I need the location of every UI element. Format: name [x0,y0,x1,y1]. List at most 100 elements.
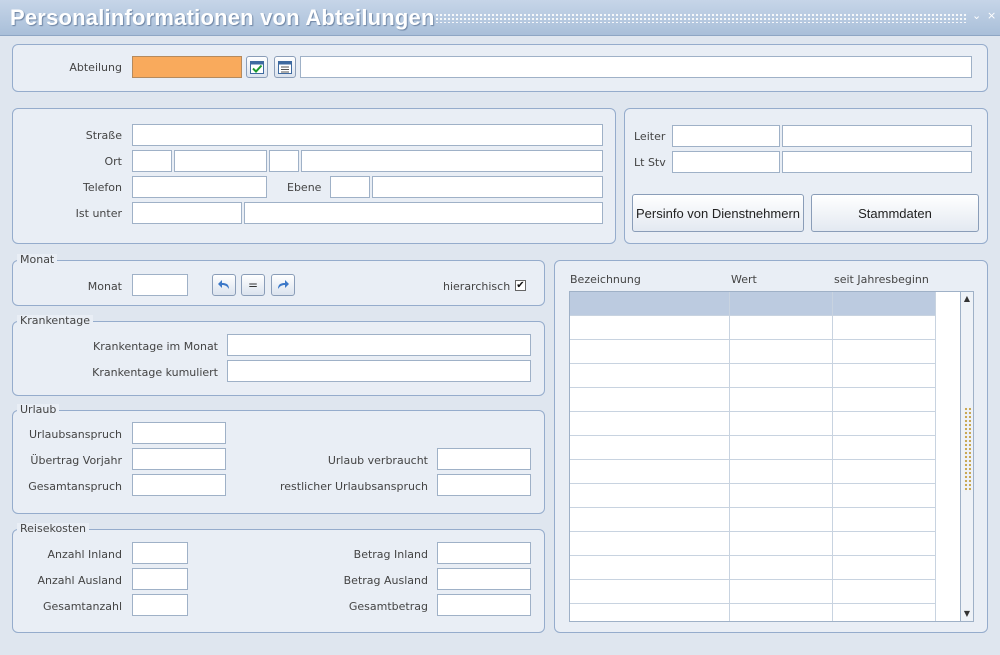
next-month-button[interactable] [271,274,295,296]
table-row[interactable] [570,340,936,364]
table-cell[interactable] [570,316,730,339]
scroll-down-icon[interactable]: ▼ [962,608,972,620]
leiter-input-1[interactable] [672,125,780,147]
betrag-inland-input[interactable] [437,542,531,564]
table-cell[interactable] [570,532,730,555]
column-header-seit-jahresbeginn[interactable]: seit Jahresbeginn [834,273,929,287]
previous-month-button[interactable] [212,274,236,296]
ort-input-1[interactable] [132,150,172,172]
table-cell[interactable] [570,340,730,363]
anzahl-inland-input[interactable] [132,542,188,564]
table-cell[interactable] [570,412,730,435]
table-row[interactable] [570,364,936,388]
abteilung-name-input[interactable] [300,56,972,78]
table-row[interactable] [570,484,936,508]
uebertrag-vorjahr-input[interactable] [132,448,226,470]
persinfo-button[interactable]: Persinfo von Dienstnehmern [632,194,804,232]
table-cell[interactable] [570,388,730,411]
ist-unter-input-1[interactable] [132,202,242,224]
table-cell[interactable] [570,580,730,603]
table-cell[interactable] [833,532,936,555]
ist-unter-input-2[interactable] [244,202,603,224]
table-cell[interactable] [833,508,936,531]
table-cell[interactable] [570,604,730,621]
current-month-button[interactable]: = [241,274,265,296]
stammdaten-button[interactable]: Stammdaten [811,194,979,232]
table-row[interactable] [570,508,936,532]
krankentage-kumuliert-input[interactable] [227,360,531,382]
anzahl-ausland-input[interactable] [132,568,188,590]
table-cell[interactable] [833,556,936,579]
table-cell[interactable] [833,340,936,363]
betrag-ausland-input[interactable] [437,568,531,590]
table-cell[interactable] [730,508,833,531]
table-cell[interactable] [570,292,730,315]
table-cell[interactable] [833,388,936,411]
table-row[interactable] [570,460,936,484]
table-row[interactable] [570,436,936,460]
restlicher-urlaubsanspruch-input[interactable] [437,474,531,496]
table-cell[interactable] [730,604,833,621]
abteilung-code-input[interactable] [132,56,242,78]
ltstv-input-1[interactable] [672,151,780,173]
table-row[interactable] [570,292,936,316]
strasse-input[interactable] [132,124,603,146]
table-cell[interactable] [833,436,936,459]
table-cell[interactable] [730,532,833,555]
minimize-icon[interactable]: ⌄ [972,9,981,23]
table-cell[interactable] [730,340,833,363]
gesamtanspruch-input[interactable] [132,474,226,496]
table-cell[interactable] [730,412,833,435]
accept-button[interactable] [246,56,268,78]
table-cell[interactable] [730,316,833,339]
leiter-input-2[interactable] [782,125,972,147]
ltstv-input-2[interactable] [782,151,972,173]
urlaubsanspruch-input[interactable] [132,422,226,444]
table-row[interactable] [570,388,936,412]
gesamtanzahl-input[interactable] [132,594,188,616]
table-cell[interactable] [833,316,936,339]
table-row[interactable] [570,604,936,621]
table-cell[interactable] [730,460,833,483]
table-cell[interactable] [833,460,936,483]
telefon-input[interactable] [132,176,267,198]
ebene-input-1[interactable] [330,176,370,198]
monat-input[interactable] [132,274,188,296]
gesamtbetrag-input[interactable] [437,594,531,616]
table-cell[interactable] [833,580,936,603]
table-cell[interactable] [570,484,730,507]
close-icon[interactable]: × [987,9,996,23]
ebene-input-2[interactable] [372,176,603,198]
table-cell[interactable] [570,364,730,387]
ort-input-3[interactable] [269,150,299,172]
column-header-wert[interactable]: Wert [731,273,757,287]
table-cell[interactable] [570,460,730,483]
table-row[interactable] [570,556,936,580]
urlaub-verbraucht-input[interactable] [437,448,531,470]
table-row[interactable] [570,412,936,436]
table-cell[interactable] [833,484,936,507]
table-row[interactable] [570,316,936,340]
scroll-grip[interactable] [964,407,971,492]
ort-input-2[interactable] [174,150,267,172]
table-scrollbar[interactable]: ▲ ▼ [960,291,974,622]
table-row[interactable] [570,580,936,604]
table-cell[interactable] [833,604,936,621]
table-cell[interactable] [570,436,730,459]
table-cell[interactable] [730,292,833,315]
table-cell[interactable] [833,364,936,387]
krankentage-im-monat-input[interactable] [227,334,531,356]
hierarchisch-checkbox[interactable]: ✔ [515,280,526,291]
table-cell[interactable] [570,508,730,531]
column-header-bezeichnung[interactable]: Bezeichnung [570,273,641,287]
table-cell[interactable] [730,556,833,579]
table-cell[interactable] [570,556,730,579]
table-cell[interactable] [730,364,833,387]
list-button[interactable] [274,56,296,78]
table-cell[interactable] [730,580,833,603]
table-cell[interactable] [730,388,833,411]
ort-input-4[interactable] [301,150,603,172]
scroll-up-icon[interactable]: ▲ [962,293,972,305]
table-cell[interactable] [730,436,833,459]
table-cell[interactable] [833,292,936,315]
